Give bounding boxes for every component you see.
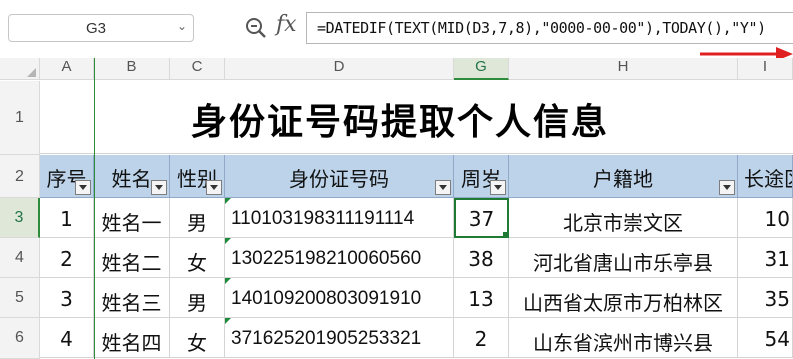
cell-domicile[interactable]: 山西省太原市万柏林区 bbox=[509, 278, 738, 318]
cell-name[interactable]: 姓名一 bbox=[94, 198, 170, 238]
select-all-corner[interactable] bbox=[0, 58, 40, 80]
table-row: 3 姓名三 男 140109200803091910 13 山西省太原市万柏林区… bbox=[40, 278, 793, 318]
filter-dropdown-icon[interactable] bbox=[435, 180, 451, 195]
header-cell-area-code[interactable]: 长途区 bbox=[738, 155, 793, 198]
filter-dropdown-icon[interactable] bbox=[151, 180, 167, 195]
row-header-5[interactable]: 5 bbox=[0, 278, 40, 318]
name-box-value: G3 bbox=[85, 20, 106, 37]
cell-id-number[interactable]: 371625201905253321 bbox=[225, 318, 454, 358]
cell-id-number[interactable]: 140109200803091910 bbox=[225, 278, 454, 318]
cell-area-code[interactable]: 54 bbox=[738, 318, 793, 358]
cell-index[interactable]: 1 bbox=[40, 198, 94, 238]
column-header-bar: A B C D G H I bbox=[0, 58, 793, 80]
column-header-d[interactable]: D bbox=[225, 58, 454, 80]
header-cell-gender[interactable]: 性别 bbox=[170, 155, 225, 198]
cell-gender[interactable]: 男 bbox=[170, 198, 225, 238]
cell-index[interactable]: 2 bbox=[40, 238, 94, 278]
column-header-g[interactable]: G bbox=[454, 58, 509, 80]
header-cell-index[interactable]: 序号 bbox=[40, 155, 94, 198]
row-header-6[interactable]: 6 bbox=[0, 318, 40, 359]
filter-dropdown-icon[interactable] bbox=[206, 180, 222, 195]
header-cell-id-number[interactable]: 身份证号码 bbox=[225, 155, 454, 198]
freeze-pane-divider[interactable] bbox=[94, 58, 95, 359]
cell-gender[interactable]: 女 bbox=[170, 318, 225, 358]
sheet-title: 身份证号码提取个人信息 bbox=[190, 101, 609, 143]
filter-dropdown-icon[interactable] bbox=[75, 180, 91, 195]
cell-name[interactable]: 姓名二 bbox=[94, 238, 170, 278]
cell-age[interactable]: 2 bbox=[454, 318, 509, 358]
filter-dropdown-icon[interactable] bbox=[490, 180, 506, 195]
cell-domicile[interactable]: 河北省唐山市乐亭县 bbox=[509, 238, 738, 278]
table-row: 1 姓名一 男 110103198311191114 37 北京市崇文区 10 bbox=[40, 198, 793, 238]
row-header-2[interactable]: 2 bbox=[0, 155, 40, 198]
header-cell-domicile[interactable]: 户籍地 bbox=[509, 155, 738, 198]
cell-name[interactable]: 姓名四 bbox=[94, 318, 170, 358]
filter-dropdown-icon[interactable] bbox=[719, 180, 735, 195]
cell-domicile[interactable]: 北京市崇文区 bbox=[509, 198, 738, 238]
row-header-3[interactable]: 3 bbox=[0, 198, 40, 238]
formula-input[interactable]: =DATEDIF(TEXT(MID(D3,7,8),"0000-00-00"),… bbox=[306, 12, 793, 44]
magnifier-icon[interactable] bbox=[244, 16, 268, 40]
cell-area-code[interactable]: 35 bbox=[738, 278, 793, 318]
cell-gender[interactable]: 男 bbox=[170, 278, 225, 318]
column-header-c[interactable]: C bbox=[170, 58, 225, 80]
cell-id-number[interactable]: 130225198210060560 bbox=[225, 238, 454, 278]
column-header-i[interactable]: I bbox=[738, 58, 793, 80]
table-header-row: 序号 姓名 性别 身份证号码 周岁 户籍地 长途区 bbox=[40, 155, 793, 198]
cell-index[interactable]: 3 bbox=[40, 278, 94, 318]
column-header-b[interactable]: B bbox=[94, 58, 170, 80]
name-box[interactable]: G3 ⌄ bbox=[8, 14, 194, 42]
cell-area-code[interactable]: 31 bbox=[738, 238, 793, 278]
fx-icon[interactable]: fx bbox=[276, 12, 297, 37]
table-row: 4 姓名四 女 371625201905253321 2 山东省滨州市博兴县 5… bbox=[40, 318, 793, 359]
formula-bar: G3 ⌄ fx =DATEDIF(TEXT(MID(D3,7,8),"0000-… bbox=[0, 0, 793, 58]
row-header-4[interactable]: 4 bbox=[0, 238, 40, 278]
cell-name[interactable]: 姓名三 bbox=[94, 278, 170, 318]
cell-area-code[interactable]: 10 bbox=[738, 198, 793, 238]
column-header-a[interactable]: A bbox=[40, 58, 94, 80]
cell-age-active[interactable]: 37 bbox=[454, 198, 509, 238]
column-header-h[interactable]: H bbox=[509, 58, 738, 80]
chevron-down-icon[interactable]: ⌄ bbox=[177, 19, 187, 33]
cell-age[interactable]: 38 bbox=[454, 238, 509, 278]
cell-age[interactable]: 13 bbox=[454, 278, 509, 318]
cell-index[interactable]: 4 bbox=[40, 318, 94, 358]
table-row: 2 姓名二 女 130225198210060560 38 河北省唐山市乐亭县 … bbox=[40, 238, 793, 278]
header-cell-name[interactable]: 姓名 bbox=[94, 155, 170, 198]
cell-domicile[interactable]: 山东省滨州市博兴县 bbox=[509, 318, 738, 358]
cell-id-number[interactable]: 110103198311191114 bbox=[225, 198, 454, 238]
header-cell-age[interactable]: 周岁 bbox=[454, 155, 509, 198]
cell-gender[interactable]: 女 bbox=[170, 238, 225, 278]
sheet-title-cell[interactable]: 身份证号码提取个人信息 bbox=[40, 81, 793, 154]
formula-text: =DATEDIF(TEXT(MID(D3,7,8),"0000-00-00"),… bbox=[317, 19, 766, 37]
row-header-1[interactable]: 1 bbox=[0, 81, 40, 155]
